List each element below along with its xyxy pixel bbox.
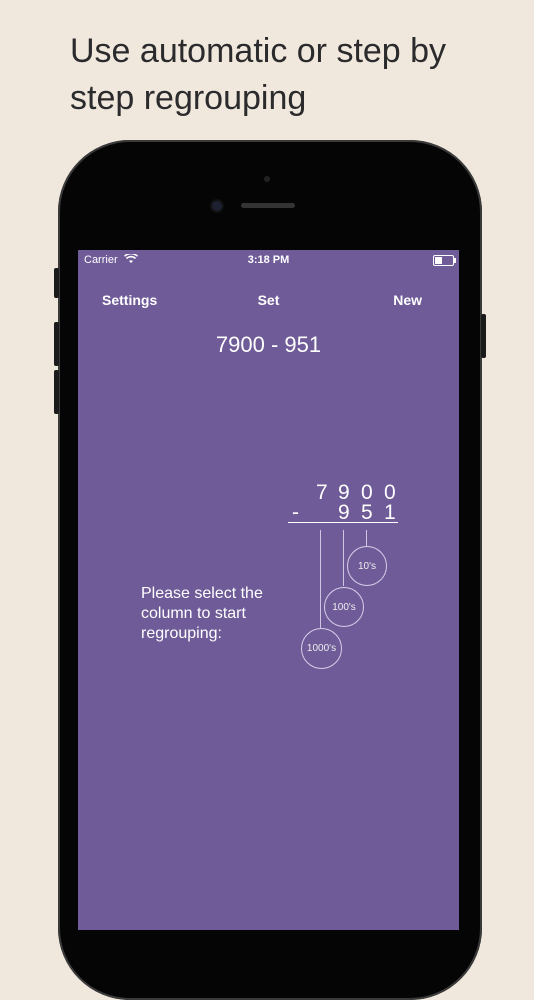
problem-title: 7900 - 951 [215, 332, 322, 357]
headline: Use automatic or step by step regrouping [70, 32, 447, 117]
sensor-dot [264, 176, 270, 182]
status-bar: Carrier 3:18 PM [78, 252, 459, 268]
subtraction-rule [288, 522, 398, 523]
speaker-grille [241, 203, 295, 208]
hundreds-column-button[interactable]: 100's [324, 587, 364, 627]
tens-column-button[interactable]: 10's [347, 546, 387, 586]
camera-icon [210, 199, 224, 213]
tens-pointer-line [366, 530, 367, 546]
new-button[interactable]: New [393, 292, 422, 308]
hundreds-pointer-line [343, 530, 344, 586]
battery-icon [433, 255, 456, 266]
thousands-column-button[interactable]: 1000's [301, 628, 342, 669]
app-screen: Carrier 3:18 PM Settings Set New 7900 - … [78, 250, 459, 930]
digit-thousands-top: 7 [316, 481, 328, 504]
thousands-pointer-line [320, 530, 321, 628]
status-time: 3:18 PM [247, 254, 290, 266]
instruction-text: Please select the column to start regrou… [141, 585, 263, 642]
